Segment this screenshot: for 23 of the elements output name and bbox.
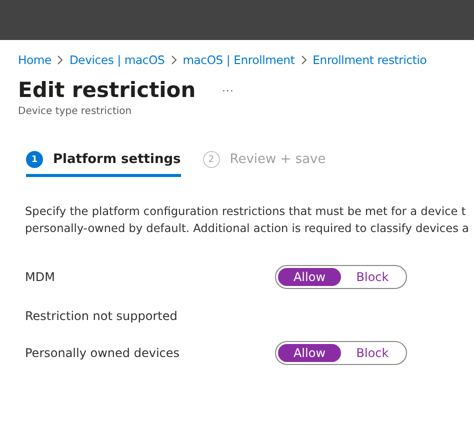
toggle-option[interactable]: Allow [278, 344, 341, 362]
wizard-step-tab[interactable]: 1 Platform settings [26, 151, 181, 177]
setting-label: MDM [25, 270, 56, 284]
step-number: 1 [26, 151, 43, 168]
step-number: 2 [202, 151, 220, 168]
step-label: Review + save [230, 152, 326, 167]
toggle-option[interactable]: Block [341, 344, 404, 362]
note-text: Restriction not supported [25, 309, 178, 323]
more-button[interactable]: ··· [218, 83, 238, 97]
breadcrumb-link[interactable]: Devices | macOS [69, 53, 165, 67]
setting-label: Personally owned devices [25, 346, 181, 360]
toggle-option[interactable]: Block [341, 268, 404, 286]
description-text: Specify the platform configuration restrictions that must be met for a device t personally-owned by default. Additional action is required to classify devices a [25, 204, 470, 237]
page-title: Edit restriction [18, 78, 196, 102]
breadcrumb-link[interactable]: macOS | Enrollment [182, 53, 295, 67]
breadcrumb-link[interactable]: Home [18, 53, 52, 67]
chevron-icon [57, 55, 64, 65]
breadcrumb-link[interactable]: Enrollment restrictio [312, 53, 427, 67]
chevron-icon [300, 55, 307, 65]
toggle-option[interactable]: Allow [278, 268, 341, 286]
page-subtitle: Device type restriction [18, 106, 133, 117]
chevron-icon [170, 55, 177, 65]
step-label: Platform settings [53, 152, 181, 167]
